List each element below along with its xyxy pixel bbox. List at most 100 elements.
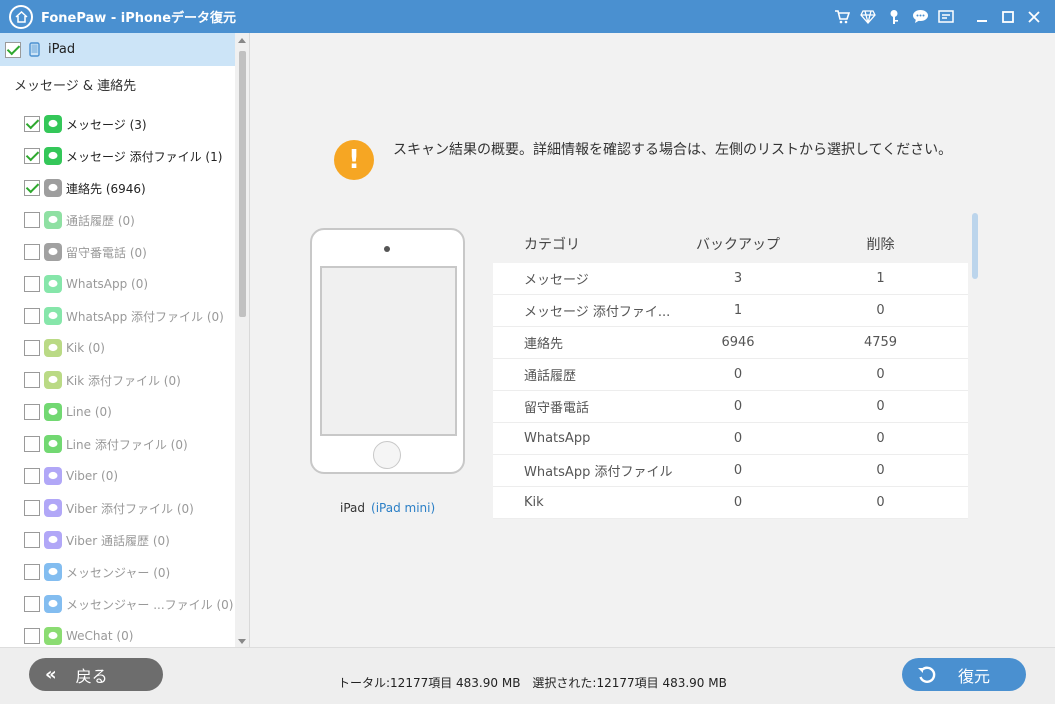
sidebar-item[interactable]: 連絡先 (6946) <box>24 177 234 199</box>
sidebar-item-label: Viber 通話履歴 (0) <box>66 533 170 548</box>
cell-deleted: 0 <box>876 399 885 414</box>
sidebar-item[interactable]: WeChat (0) <box>24 625 234 647</box>
item-checkbox[interactable] <box>24 564 40 580</box>
chat-icon[interactable] <box>907 0 933 33</box>
item-checkbox[interactable] <box>24 212 40 228</box>
header-deleted: 削除 <box>866 237 895 253</box>
sidebar-item[interactable]: Line (0) <box>24 401 234 423</box>
title-bar: FonePaw - iPhoneデータ復元 <box>0 0 1055 33</box>
item-checkbox[interactable] <box>24 468 40 484</box>
double-chevron-left-icon: « <box>45 664 57 685</box>
sidebar-item[interactable]: Viber 通話履歴 (0) <box>24 529 234 551</box>
voicemail-icon <box>44 243 62 261</box>
key-icon[interactable] <box>881 0 907 33</box>
cell-deleted: 1 <box>876 271 885 286</box>
scroll-down-arrow-icon[interactable] <box>238 639 246 644</box>
cell-backup: 0 <box>733 431 743 446</box>
cell-backup: 1 <box>733 303 743 318</box>
item-checkbox[interactable] <box>24 404 40 420</box>
tablet-icon <box>29 42 40 57</box>
cell-backup: 0 <box>733 367 743 382</box>
cell-deleted: 0 <box>876 495 885 510</box>
line-icon <box>44 403 62 421</box>
table-body: メッセージ 3 1 メッセージ 添付ファイ... 1 0 連絡先 6946 4759 通話履歴 0 0… <box>493 263 968 519</box>
item-checkbox[interactable] <box>24 436 40 452</box>
sidebar-item-label: メッセージ 添付ファイル (1) <box>66 149 223 164</box>
item-checkbox[interactable] <box>24 532 40 548</box>
item-checkbox[interactable] <box>24 628 40 644</box>
sidebar-item[interactable]: WhatsApp 添付ファイル (0) <box>24 305 234 327</box>
table-scrollbar[interactable] <box>972 213 978 279</box>
wechat-icon <box>44 627 62 645</box>
cart-icon[interactable] <box>829 0 855 33</box>
sidebar-item[interactable]: Kik (0) <box>24 337 234 359</box>
sidebar-item[interactable]: 留守番電話 (0) <box>24 241 234 263</box>
viber-calls-icon <box>44 531 62 549</box>
cell-deleted: 0 <box>876 463 885 478</box>
sidebar-item-label: メッセージ (3) <box>66 117 147 132</box>
item-checkbox[interactable] <box>24 148 40 164</box>
back-button-label: 戻る <box>75 666 108 686</box>
device-label: iPad <box>48 42 76 57</box>
minimize-icon[interactable] <box>969 0 995 33</box>
sidebar-item[interactable]: Kik 添付ファイル (0) <box>24 369 234 391</box>
back-button[interactable]: « 戻る <box>29 658 163 691</box>
close-icon[interactable] <box>1021 0 1047 33</box>
device-checkbox[interactable] <box>5 41 21 58</box>
item-checkbox[interactable] <box>24 180 40 196</box>
scan-summary-panel: ! スキャン結果の概要。詳細情報を確認する場合は、左側のリストから選択してくださ… <box>251 33 1055 647</box>
messenger-icon <box>44 563 62 581</box>
sidebar-item[interactable]: WhatsApp (0) <box>24 273 234 295</box>
sidebar-item-label: WhatsApp 添付ファイル (0) <box>66 309 224 324</box>
item-checkbox[interactable] <box>24 244 40 260</box>
messages-icon <box>44 115 62 133</box>
sidebar-scrollbar[interactable] <box>235 33 249 647</box>
sidebar-item[interactable]: メッセンジャー (0) <box>24 561 234 583</box>
table-row: 留守番電話 0 0 <box>493 391 968 423</box>
section-title-messages-contacts: メッセージ & 連絡先 <box>14 79 137 94</box>
sidebar-item[interactable]: Viber 添付ファイル (0) <box>24 497 234 519</box>
sidebar-item[interactable]: Viber (0) <box>24 465 234 487</box>
cell-deleted: 0 <box>876 303 885 318</box>
maximize-icon[interactable] <box>995 0 1021 33</box>
item-checkbox[interactable] <box>24 340 40 356</box>
exclamation-icon: ! <box>334 140 374 180</box>
sidebar-item[interactable]: メッセンジャー ...ファイル (0) <box>24 593 234 615</box>
sidebar-item-label: Line (0) <box>66 405 112 419</box>
item-checkbox[interactable] <box>24 116 40 132</box>
sidebar-item[interactable]: メッセージ (3) <box>24 113 234 135</box>
device-row-ipad[interactable]: iPad <box>0 33 235 66</box>
item-checkbox[interactable] <box>24 596 40 612</box>
sidebar-item-label: Kik 添付ファイル (0) <box>66 373 181 388</box>
table-row: 通話履歴 0 0 <box>493 359 968 391</box>
item-checkbox[interactable] <box>24 308 40 324</box>
cell-deleted: 0 <box>876 431 885 446</box>
sidebar-item[interactable]: Line 添付ファイル (0) <box>24 433 234 455</box>
sidebar-item-label: Viber (0) <box>66 469 119 483</box>
sidebar-item[interactable]: 通話履歴 (0) <box>24 209 234 231</box>
sidebar-item-label: 通話履歴 (0) <box>66 213 135 228</box>
item-checkbox[interactable] <box>24 372 40 388</box>
recover-button[interactable]: 復元 <box>902 658 1026 691</box>
selected-summary: 選択された:12177項目 483.90 MB <box>532 676 727 690</box>
feedback-icon[interactable] <box>933 0 959 33</box>
title-bar-icons <box>829 0 1047 33</box>
table-row: WhatsApp 添付ファイル 0 0 <box>493 455 968 487</box>
sidebar-item-label: 留守番電話 (0) <box>66 245 147 260</box>
sidebar-scroll-thumb[interactable] <box>239 51 246 317</box>
home-icon[interactable] <box>9 4 33 29</box>
item-checkbox[interactable] <box>24 500 40 516</box>
sidebar-item-label: Viber 添付ファイル (0) <box>66 501 194 516</box>
diamond-icon[interactable] <box>855 0 881 33</box>
sidebar-item[interactable]: メッセージ 添付ファイル (1) <box>24 145 234 167</box>
recover-button-label: 復元 <box>958 666 991 686</box>
table-header: カテゴリ バックアップ 削除 <box>493 225 968 263</box>
table-row: WhatsApp 0 0 <box>493 423 968 455</box>
scroll-up-arrow-icon[interactable] <box>238 38 246 43</box>
header-category: カテゴリ <box>524 237 580 253</box>
summary-message: スキャン結果の概要。詳細情報を確認する場合は、左側のリストから選択してください。 <box>393 142 953 158</box>
cell-category: Kik <box>524 495 544 510</box>
sidebar-item-label: メッセンジャー (0) <box>66 565 171 580</box>
message-attachments-icon <box>44 147 62 165</box>
item-checkbox[interactable] <box>24 276 40 292</box>
